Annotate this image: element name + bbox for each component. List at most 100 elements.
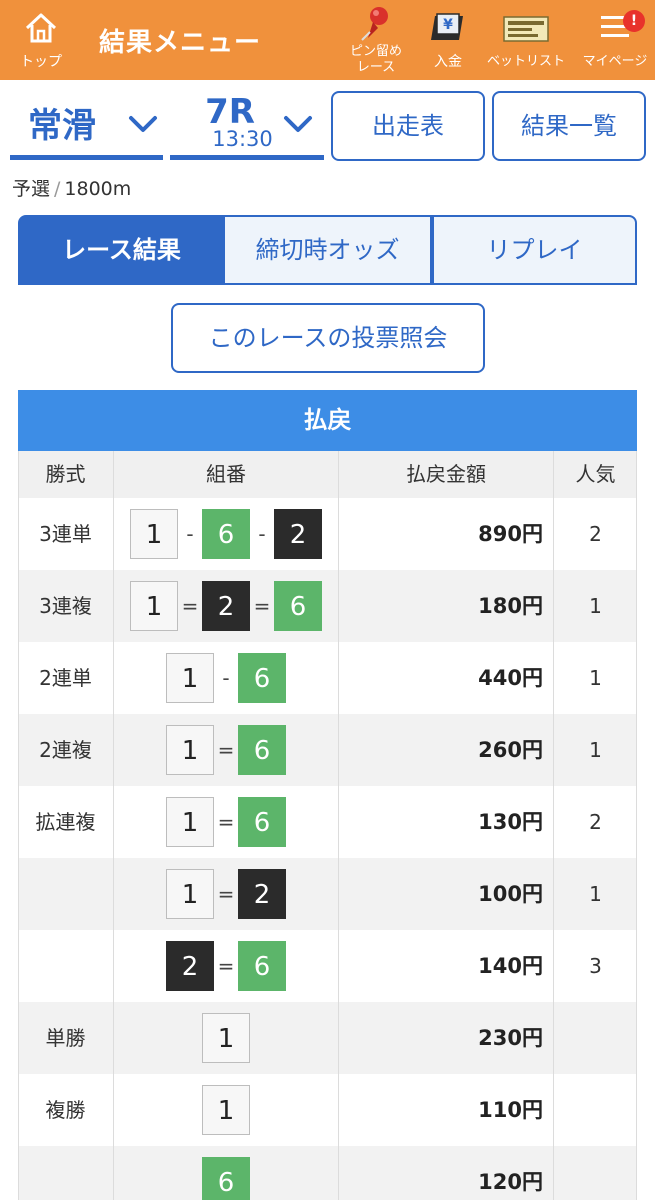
- combination: 1-6-2: [114, 498, 339, 570]
- combination: 1 = 6: [114, 714, 339, 786]
- boat-number: 1: [166, 725, 214, 775]
- payout-amount: 440円: [339, 642, 554, 714]
- combination-group: 1: [114, 1074, 338, 1146]
- yen-ticket-icon: ¥: [429, 12, 467, 50]
- popularity: [554, 1146, 637, 1200]
- payout-amount: 890円: [339, 498, 554, 570]
- combination-group: 1 = 6: [114, 786, 338, 858]
- payout-amount: 130円: [339, 786, 554, 858]
- table-row: 2連単 1-6 440円 1: [18, 642, 637, 714]
- table-row: 3連複 1 = 2 = 6 180円 1: [18, 570, 637, 642]
- table-row: 2 = 6 140円 3: [18, 930, 637, 1002]
- boat-number: 1: [166, 653, 214, 703]
- race-info: 予選/1800m: [12, 174, 131, 201]
- boat-number: 6: [238, 653, 286, 703]
- payout-amount: 100円: [339, 858, 554, 930]
- pinned-races-button[interactable]: ピン留め レース: [337, 0, 415, 80]
- combination: 1 = 2: [114, 858, 339, 930]
- combination: 1: [114, 1002, 339, 1074]
- boat-number: 6: [274, 581, 322, 631]
- popularity: 1: [589, 594, 602, 618]
- pushpin-icon: [356, 4, 396, 48]
- payout-amount: 120円: [339, 1146, 554, 1200]
- boat-number: 2: [202, 581, 250, 631]
- popularity: 1: [589, 882, 602, 906]
- column-header-combo: 組番: [114, 451, 339, 498]
- boat-number: 6: [238, 941, 286, 991]
- combination-operator: -: [258, 522, 266, 546]
- boat-number: 1: [166, 869, 214, 919]
- bet-type: 単勝: [18, 1002, 114, 1074]
- combination-group: 6: [114, 1146, 338, 1200]
- chevron-down-icon: [128, 114, 158, 138]
- table-row: 単勝 1 230円: [18, 1002, 637, 1074]
- table-row: 2連複 1 = 6 260円 1: [18, 714, 637, 786]
- combination: 6: [114, 1146, 339, 1200]
- column-header-popularity: 人気: [575, 462, 616, 486]
- combination: 1: [114, 1074, 339, 1146]
- boat-number: 1: [202, 1085, 250, 1135]
- combination-operator: =: [217, 810, 235, 834]
- race-number: 7R: [205, 92, 255, 132]
- venue-selector[interactable]: 常滑: [10, 94, 163, 160]
- entry-list-button[interactable]: 出走表: [331, 91, 485, 161]
- combination-operator: =: [217, 954, 235, 978]
- table-row: 複勝 1 110円: [18, 1074, 637, 1146]
- race-distance: 1800m: [64, 178, 132, 200]
- home-button[interactable]: トップ: [10, 0, 72, 80]
- popularity: 1: [589, 738, 602, 762]
- payout-table: 勝式 組番 払戻金額 人気 3連単 1-6-2 890円 2 3連複 1 = 2 = 6 180円 1…: [18, 451, 637, 1200]
- popularity: [554, 1074, 637, 1146]
- bet-list-label: ベットリスト: [486, 54, 565, 69]
- table-row: 3連単 1-6-2 890円 2: [18, 498, 637, 570]
- mypage-label: マイページ: [582, 54, 648, 69]
- tab-closing-odds[interactable]: 締切時オッズ: [225, 215, 432, 283]
- payout-amount: 140円: [339, 930, 554, 1002]
- combination-operator: =: [217, 738, 235, 762]
- boat-number: 6: [238, 797, 286, 847]
- column-header-type: 勝式: [18, 451, 114, 498]
- race-selector[interactable]: 7R 13:30: [170, 94, 324, 160]
- bet-type: 2連複: [18, 714, 114, 786]
- payout-header-row: 勝式 組番 払戻金額 人気: [18, 451, 637, 498]
- tab-replay[interactable]: リプレイ: [432, 215, 637, 283]
- combination-group: 1-6: [114, 642, 338, 714]
- boat-number: 2: [274, 509, 322, 559]
- column-header-amount: 払戻金額: [339, 451, 554, 498]
- bet-list-button[interactable]: ベットリスト: [484, 0, 568, 80]
- vote-query-button[interactable]: このレースの投票照会: [171, 303, 485, 373]
- popularity: 2: [589, 810, 602, 834]
- combination-group: 1 = 2: [114, 858, 338, 930]
- combination: 1-6: [114, 642, 339, 714]
- svg-text:¥: ¥: [443, 17, 453, 33]
- deposit-button[interactable]: ¥ 入金: [420, 0, 476, 80]
- deposit-label: 入金: [434, 54, 462, 70]
- boat-number: 1: [166, 797, 214, 847]
- boat-number: 1: [202, 1013, 250, 1063]
- bet-type: 2連単: [18, 642, 114, 714]
- bet-slip-icon: [503, 14, 549, 48]
- combination: 1 = 2 = 6: [114, 570, 339, 642]
- bet-type: [18, 1146, 114, 1200]
- race-info-separator: /: [54, 178, 61, 200]
- combination-operator: -: [186, 522, 194, 546]
- combination-operator: =: [253, 594, 271, 618]
- results-list-button[interactable]: 結果一覧: [492, 91, 646, 161]
- combination-group: 1: [114, 1002, 338, 1074]
- page-title: 結果メニュー: [99, 28, 262, 58]
- boat-number: 6: [238, 725, 286, 775]
- tab-race-result[interactable]: レース結果: [18, 215, 225, 283]
- combination-group: 1 = 2 = 6: [114, 570, 338, 642]
- home-label: トップ: [20, 54, 62, 70]
- combination-operator: =: [217, 882, 235, 906]
- combination: 1 = 6: [114, 786, 339, 858]
- bet-type: 3連単: [18, 498, 114, 570]
- chevron-down-icon: [283, 114, 313, 138]
- mypage-button[interactable]: ! マイページ: [575, 0, 655, 80]
- bet-type: [18, 858, 114, 930]
- boat-number: 6: [202, 509, 250, 559]
- payout-amount: 230円: [339, 1002, 554, 1074]
- venue-name: 常滑: [28, 106, 96, 146]
- payout-amount: 260円: [339, 714, 554, 786]
- boat-number: 1: [130, 581, 178, 631]
